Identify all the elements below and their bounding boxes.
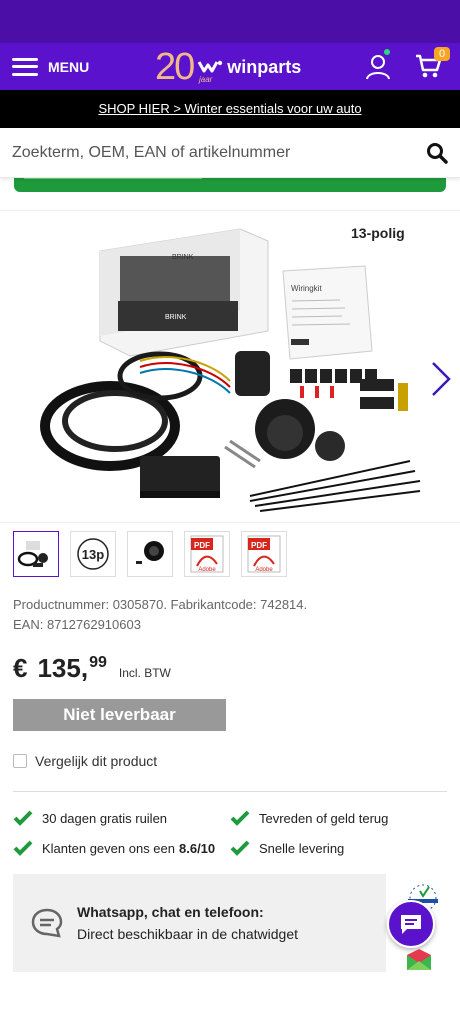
logo-anniversary-number: 20 [155, 46, 195, 88]
kit-thumbnail-icon [17, 541, 48, 567]
mail-icon[interactable] [405, 949, 433, 971]
green-button-edge[interactable] [14, 178, 446, 192]
pdf-adobe-label-1: Adobe [198, 567, 216, 573]
price-tax-label: Incl. BTW [118, 666, 171, 680]
price-cents: 99 [89, 654, 107, 671]
thumbnail-socket[interactable] [127, 531, 173, 577]
svg-text:PDF: PDF [194, 541, 210, 550]
usp-rating: Klanten geven ons een 8.6/10 [13, 840, 230, 856]
chat-text: Whatsapp, chat en telefoon: Direct besch… [77, 901, 298, 945]
account-icon[interactable] [364, 53, 392, 81]
checkmark-icon [230, 840, 250, 856]
socket-icon [136, 541, 164, 564]
svg-text:Wiringkit: Wiringkit [291, 284, 322, 293]
winparts-mark-icon [197, 60, 223, 73]
svg-text:BRINK: BRINK [165, 314, 187, 321]
menu-label: MENU [48, 58, 90, 75]
cart-count-badge: 0 [434, 47, 451, 61]
usp-satisfaction-label: Tevreden of geld terug [259, 810, 389, 826]
product-codes: Productnummer: 0305870. Fabrikantcode: 7… [13, 595, 447, 635]
usp-fast-delivery-label: Snelle levering [259, 840, 345, 856]
not-available-button[interactable]: Niet leverbaar [13, 699, 226, 731]
compare-label: Vergelijk dit product [35, 753, 158, 769]
promo-link[interactable]: SHOP HIER > Winter essentials voor uw au… [0, 90, 460, 128]
search-icon[interactable] [426, 142, 448, 164]
checkmark-icon [13, 810, 33, 826]
thumbnail-13p[interactable]: 13p [70, 531, 116, 577]
search-bar [0, 128, 460, 178]
divider [13, 791, 447, 792]
checkmark-icon [13, 840, 33, 856]
thumbnail-strip: 13p PDF Adobe PDF Adobe [0, 523, 460, 585]
compare-product[interactable]: Vergelijk dit product [13, 753, 447, 769]
chat-subtitle: Direct beschikbaar in de chatwidget [77, 926, 299, 942]
usp-free-returns: 30 dagen gratis ruilen [13, 810, 230, 826]
site-header: MENU 20 jaar winparts 0 [0, 43, 460, 90]
13p-icon: 13p [77, 538, 109, 570]
checkmark-icon [230, 810, 250, 826]
usp-fast-delivery: Snelle levering [230, 840, 430, 856]
usp-rating-prefix: Klanten geven ons een [42, 840, 175, 856]
thumbnail-photo[interactable] [13, 531, 59, 577]
price-whole: 135, [37, 653, 89, 683]
product-number-line: Productnummer: 0305870. Fabrikantcode: 7… [13, 597, 308, 612]
search-input[interactable] [12, 143, 426, 162]
winparts-logo[interactable]: 20 jaar winparts [155, 47, 301, 87]
usp-satisfaction: Tevreden of geld terug [230, 810, 430, 826]
product-image-gallery[interactable]: BRINK BRINK Wiringkit 13-polig [0, 210, 460, 523]
chevron-right-icon[interactable] [430, 361, 452, 397]
svg-text:PDF: PDF [251, 541, 267, 550]
chat-bubble-icon [401, 915, 421, 934]
pdf-adobe-label-2: Adobe [255, 567, 273, 573]
ean-line: EAN: 8712762910603 [13, 617, 141, 632]
pdf-icon: PDF Adobe [190, 535, 224, 573]
pdf-icon: PDF Adobe [247, 535, 281, 573]
thumb-13p-label: 13p [82, 547, 104, 562]
usp-free-returns-label: 30 dagen gratis ruilen [42, 810, 168, 826]
price-currency: € [13, 653, 28, 683]
chat-title: Whatsapp, chat en telefoon: [77, 904, 264, 920]
chat-widget-button[interactable] [387, 900, 435, 948]
status-bar [0, 0, 460, 43]
compare-checkbox[interactable] [13, 754, 27, 768]
product-info: Productnummer: 0305870. Fabrikantcode: 7… [0, 595, 460, 769]
usp-rating-value: 8.6/10 [179, 840, 216, 856]
hamburger-icon [12, 57, 38, 76]
pole-count-label: 13-polig [351, 225, 405, 241]
chat-info-box[interactable]: Whatsapp, chat en telefoon: Direct besch… [13, 874, 386, 972]
product-image: BRINK BRINK Wiringkit [40, 228, 421, 512]
price: € 135, 99 Incl. BTW [13, 653, 447, 684]
usp-list: 30 dagen gratis ruilen Tevreden of geld … [0, 810, 460, 856]
thumbnail-pdf-2[interactable]: PDF Adobe [241, 531, 287, 577]
svg-text:BRINK: BRINK [172, 254, 194, 261]
logo-jaar: jaar [199, 75, 213, 84]
chat-icon [31, 908, 63, 938]
menu-button[interactable]: MENU [12, 57, 90, 76]
logo-text: winparts [227, 56, 302, 77]
thumbnail-pdf-1[interactable]: PDF Adobe [184, 531, 230, 577]
online-dot [384, 49, 390, 55]
